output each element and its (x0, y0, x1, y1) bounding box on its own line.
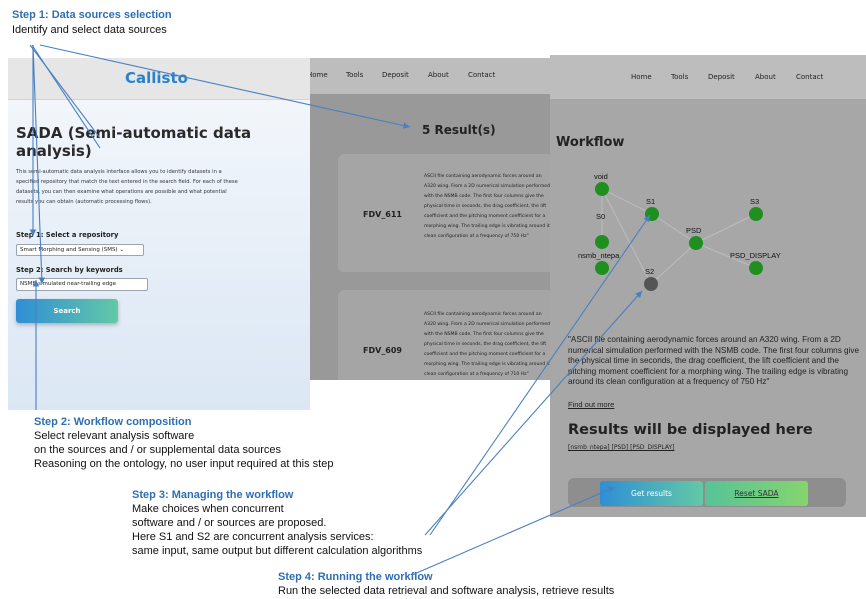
dataset-description: "ASCII file containing aerodynamic force… (568, 335, 860, 386)
callisto-logo[interactable]: Callisto (125, 69, 188, 87)
node-label-psd-display: PSD_DISPLAY (730, 251, 781, 260)
edge-psd-s3 (695, 213, 757, 244)
node-label-nsmb-ntepa: nsmb_ntepa (578, 251, 620, 260)
step2-label: Step 2: Search by keywords (16, 266, 123, 274)
step1-title: Step 1: Data sources selection (12, 9, 172, 21)
node-label-s2: S2 (645, 267, 655, 276)
results-count: 5 Result(s) (422, 123, 496, 137)
nav-about[interactable]: About (428, 71, 449, 79)
node-psd[interactable] (689, 236, 703, 250)
node-label-s0: S0 (596, 212, 606, 221)
node-s1[interactable] (645, 207, 659, 221)
result-card[interactable]: FDV_611 ASCII file containing aerodynami… (338, 154, 550, 272)
node-label-psd: PSD (686, 226, 702, 235)
edge-s0-s2 (601, 188, 652, 285)
result-description: ASCII file containing aerodynamic forces… (424, 312, 550, 377)
nav-home[interactable]: Home (310, 71, 328, 79)
reset-sada-button[interactable]: Reset SADA (705, 481, 808, 506)
node-s3[interactable] (749, 207, 763, 221)
top-nav: Home Tools Deposit About Contact (310, 58, 550, 94)
result-description: ASCII file containing aerodynamic forces… (424, 174, 550, 239)
nav-tools[interactable]: Tools (346, 71, 363, 79)
node-s2[interactable] (644, 277, 658, 291)
step4-title: Step 4: Running the workflow (278, 571, 433, 583)
sada-search-panel: Callisto SADA (Semi-automatic data analy… (8, 58, 310, 410)
step1-text: Identify and select data sources (12, 24, 167, 36)
result-id: FDV_609 (363, 346, 402, 355)
step3-text-line: Here S1 and S2 are concurrent analysis s… (132, 531, 374, 543)
nav-deposit[interactable]: Deposit (382, 71, 409, 79)
keywords-input[interactable]: NSMB-simulated near-trailing edge (16, 278, 148, 291)
edge-s0-s1 (601, 188, 653, 215)
result-id: FDV_611 (363, 210, 402, 219)
step3-text-line: software and / or sources are proposed. (132, 517, 327, 529)
node-s0[interactable] (595, 235, 609, 249)
step2-text-line: Reasoning on the ontology, no user input… (34, 458, 334, 470)
node-nsmb-ntepa[interactable] (595, 261, 609, 275)
step3-text-line: same input, same output but different ca… (132, 545, 423, 557)
page-description: This semi-automatic data analysis interf… (16, 169, 238, 205)
step2-text-line: Select relevant analysis software (34, 430, 195, 442)
workflow-panel: Home Tools Deposit About Contact Workflo… (550, 55, 866, 517)
graph-edges (601, 188, 757, 285)
node-label-s3: S3 (750, 197, 760, 206)
page-title: SADA (Semi-automatic data analysis) (16, 124, 252, 160)
results-links[interactable]: [nsmb_ntepa] [PSD] [PSD_DISPLAY] (568, 444, 674, 451)
search-button[interactable]: Search (16, 299, 118, 323)
node-psd-display[interactable] (749, 261, 763, 275)
step1-label: Step 1: Select a repository (16, 231, 119, 239)
step2-text-line: on the sources and / or supplemental dat… (34, 444, 282, 456)
nav-contact[interactable]: Contact (468, 71, 495, 79)
find-out-more-link[interactable]: Find out more (568, 400, 614, 409)
step3-text-line: Make choices when concurrent (132, 503, 284, 515)
step4-text: Run the selected data retrieval and soft… (278, 585, 615, 597)
step3-title: Step 3: Managing the workflow (132, 489, 294, 501)
results-title: Results will be displayed here (568, 422, 813, 438)
repository-select[interactable]: Smart Morphing and Sensing (SMS) ⌄ (16, 244, 144, 256)
result-card[interactable]: FDV_609 ASCII file containing aerodynami… (338, 290, 550, 380)
get-results-button[interactable]: Get results (600, 481, 703, 506)
results-panel: Home Tools Deposit About Contact 5 Resul… (310, 58, 550, 380)
node-void[interactable] (595, 182, 609, 196)
step2-title: Step 2: Workflow composition (34, 416, 192, 428)
node-label-void: void (594, 172, 608, 181)
edge-s2-psd (650, 242, 697, 285)
node-label-s1: S1 (646, 197, 656, 206)
